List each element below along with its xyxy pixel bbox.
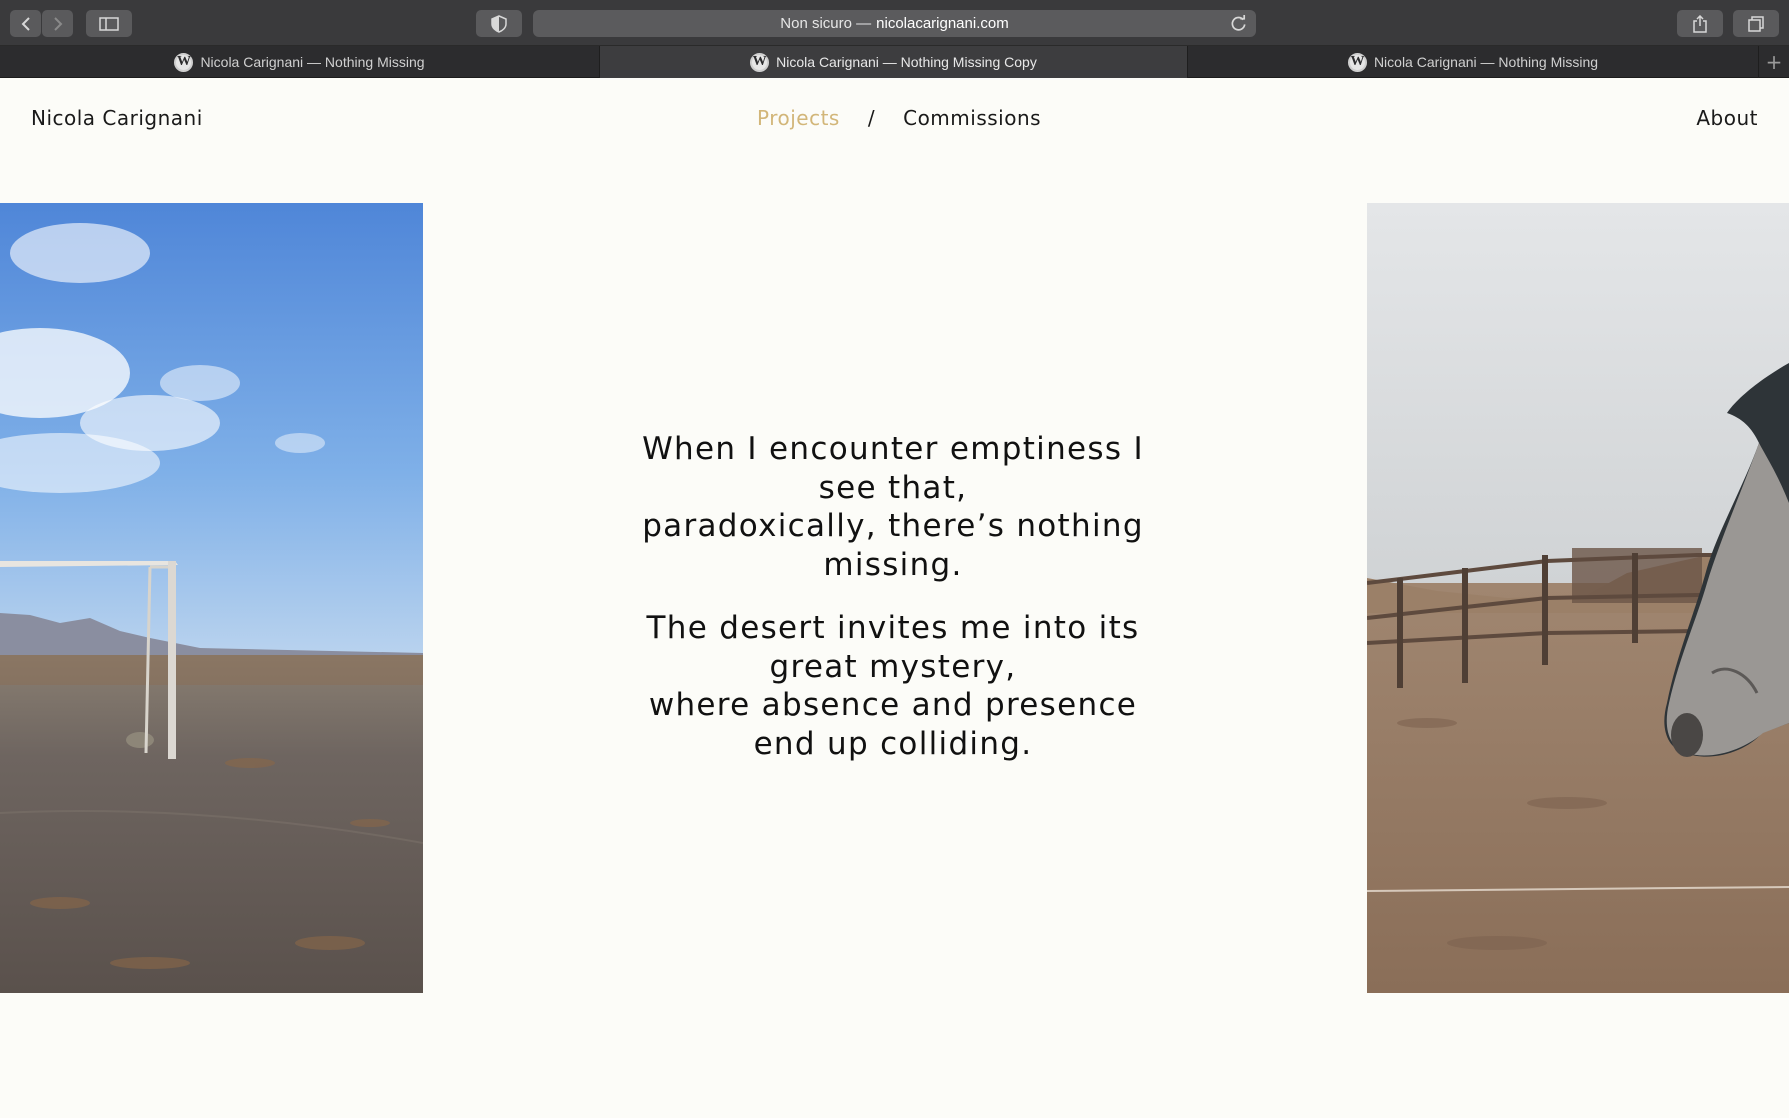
plus-icon: + [1765,50,1783,74]
address-security-label: Non sicuro — [780,15,872,32]
back-button[interactable] [10,10,41,37]
shield-icon [491,14,507,33]
statement-line: end up colliding. [753,725,1033,762]
site-title-link[interactable]: Nicola Carignani [31,106,203,130]
statement-paragraph-2: The desert invites me into its great mys… [633,609,1153,763]
nav-projects-link[interactable]: Projects [757,106,840,130]
wordpress-icon: W [174,52,194,72]
tab-title: Nicola Carignani — Nothing Missing Copy [776,54,1037,70]
share-button[interactable] [1677,10,1723,37]
browser-toolbar: Non sicuro — nicolacarignani.com [0,0,1789,46]
forward-button[interactable] [42,10,73,37]
statement-line: The desert invites me into its [646,610,1140,646]
statement-text: When I encounter emptiness I see that, p… [633,430,1153,788]
main-nav: Projects / Commissions [757,106,1041,130]
chevron-right-icon [53,16,62,31]
tab-3[interactable]: W Nicola Carignani — Nothing Missing [1188,46,1759,78]
statement-paragraph-1: When I encounter emptiness I see that, p… [633,430,1153,584]
sidebar-icon [99,16,119,31]
statement-line: When I encounter emptiness I [642,431,1144,467]
tab-overview-button[interactable] [1733,10,1779,37]
new-tab-button[interactable]: + [1759,46,1789,78]
nav-about-link[interactable]: About [1696,106,1758,130]
tabs-icon [1748,15,1764,32]
tab-title: Nicola Carignani — Nothing Missing [1373,54,1599,70]
address-host: nicolacarignani.com [876,15,1009,32]
sidebar-toggle-button[interactable] [86,10,132,37]
wordpress-icon: W [1347,52,1367,72]
statement-line: paradoxically, there’s nothing [642,508,1144,544]
tab-title: Nicola Carignani — Nothing Missing [200,54,425,70]
statement-line: missing. [823,546,963,583]
tab-bar: W Nicola Carignani — Nothing Missing W N… [0,46,1789,78]
tab-2[interactable]: W Nicola Carignani — Nothing Missing Cop… [600,46,1188,78]
share-icon [1693,14,1707,33]
wordpress-icon: W [750,52,770,72]
chevron-left-icon [21,16,30,31]
reload-icon[interactable] [1229,14,1248,33]
address-bar[interactable]: Non sicuro — nicolacarignani.com [533,10,1256,37]
privacy-report-button[interactable] [476,10,522,37]
desert-goal-photo[interactable] [0,203,423,993]
nav-commissions-link[interactable]: Commissions [903,106,1041,130]
horse-corral-photo[interactable] [1367,203,1789,993]
tab-1[interactable]: W Nicola Carignani — Nothing Missing [0,46,600,78]
statement-line: where absence and presence [648,687,1138,723]
nav-separator: / [867,106,876,130]
statement-line: great mystery, [769,648,1017,685]
statement-line: see that, [818,469,968,506]
